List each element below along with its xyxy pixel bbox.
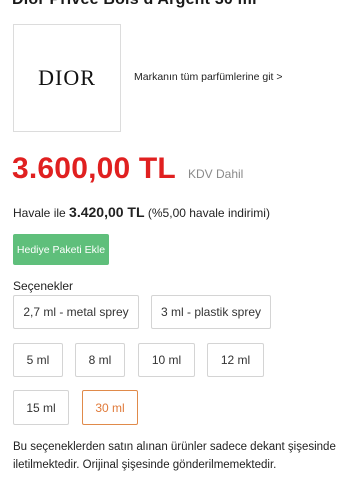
option-5ml[interactable]: 5 ml (13, 343, 63, 377)
decant-info-note: Bu seçeneklerden satın alınan ürünler sa… (13, 441, 336, 471)
option-30ml-selected[interactable]: 30 ml (82, 390, 138, 425)
option-2-7ml-metal-spray[interactable]: 2,7 ml - metal sprey (13, 295, 139, 329)
product-page: Dior Privée Bois d'Argent 30 ml DIOR Mar… (0, 0, 350, 490)
option-10ml[interactable]: 10 ml (138, 343, 195, 377)
brand-logo-box[interactable]: DIOR (13, 24, 121, 132)
option-15ml[interactable]: 15 ml (13, 390, 69, 425)
havale-prefix: Havale ile (13, 206, 66, 220)
option-3ml-plastic-spray[interactable]: 3 ml - plastik sprey (151, 295, 271, 329)
product-title: Dior Privée Bois d'Argent 30 ml (12, 0, 257, 9)
havale-amount: 3.420,00 TL (69, 204, 145, 220)
bank-transfer-price: Havale ile 3.420,00 TL (%5,00 havale ind… (13, 204, 270, 220)
option-12ml[interactable]: 12 ml (207, 343, 264, 377)
option-8ml[interactable]: 8 ml (75, 343, 125, 377)
add-gift-package-button[interactable]: Hediye Paketi Ekle (13, 234, 109, 265)
brand-logo: DIOR (38, 65, 96, 90)
price: 3.600,00 TL (12, 152, 176, 185)
havale-discount: (%5,00 havale indirimi) (147, 206, 270, 220)
tax-note: KDV Dahil (187, 167, 244, 181)
options-heading: Seçenekler (13, 279, 74, 293)
brand-all-perfumes-link[interactable]: Markanın tüm parfümlerine git > (134, 71, 283, 83)
price-row: 3.600,00 TL KDV Dahil (12, 152, 243, 186)
